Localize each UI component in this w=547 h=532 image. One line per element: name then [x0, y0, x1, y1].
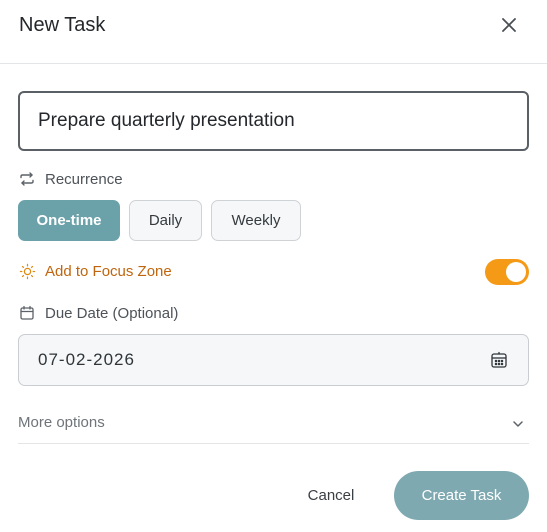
recurrence-option-daily[interactable]: Daily: [129, 200, 202, 241]
sun-icon: [18, 262, 36, 280]
close-icon: [502, 18, 516, 32]
recurrence-option-one-time[interactable]: One-time: [18, 200, 120, 241]
chevron-down-icon: [509, 415, 527, 433]
cancel-button[interactable]: Cancel: [291, 478, 371, 512]
focus-zone-label: Add to Focus Zone: [18, 262, 172, 280]
recurrence-options: One-time Daily Weekly: [18, 200, 301, 241]
task-title-input[interactable]: [18, 91, 529, 151]
recurrence-label: Recurrence: [18, 170, 123, 188]
date-picker-button[interactable]: [489, 350, 509, 370]
focus-zone-toggle[interactable]: [485, 259, 529, 285]
due-date-label-text: Due Date (Optional): [45, 304, 179, 322]
create-task-button[interactable]: Create Task: [394, 471, 529, 520]
due-date-label: Due Date (Optional): [18, 304, 178, 322]
more-options-toggle[interactable]: More options: [18, 404, 529, 444]
recurrence-label-text: Recurrence: [45, 170, 123, 188]
recurrence-option-weekly[interactable]: Weekly: [211, 200, 301, 241]
calendar-icon: [18, 304, 36, 322]
dialog-header: New Task: [0, 0, 547, 64]
focus-zone-label-text: Add to Focus Zone: [45, 262, 172, 280]
repeat-icon: [18, 170, 36, 188]
due-date-field[interactable]: 07-02-2026: [18, 334, 529, 386]
due-date-value: 07-02-2026: [38, 350, 135, 369]
calendar-picker-icon: [491, 351, 507, 368]
more-options-label: More options: [18, 414, 105, 431]
toggle-knob: [506, 262, 526, 282]
dialog-title: New Task: [19, 14, 106, 36]
close-button[interactable]: [496, 12, 522, 38]
